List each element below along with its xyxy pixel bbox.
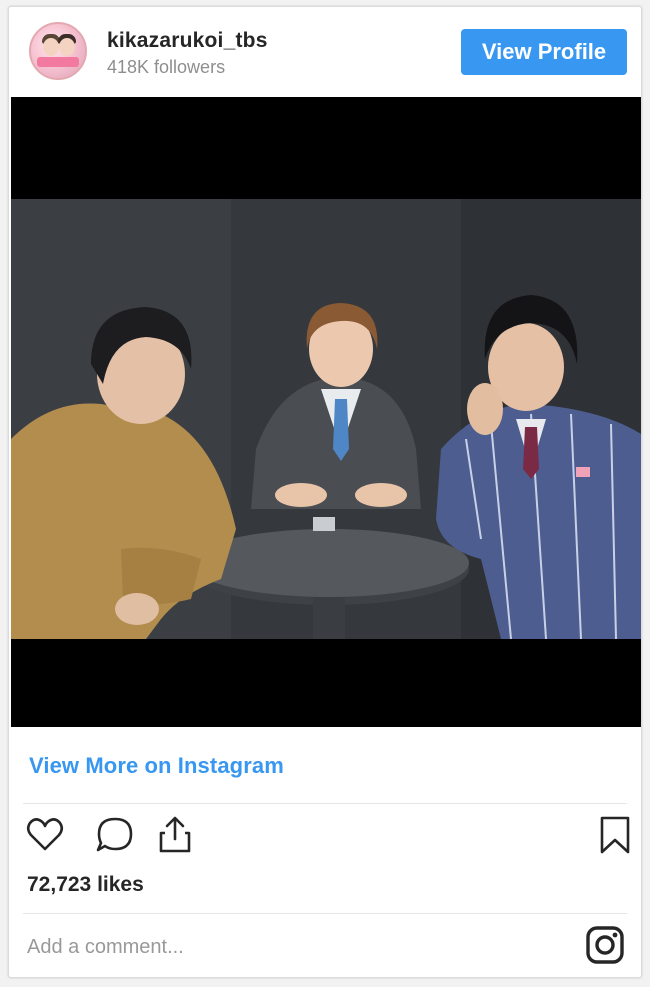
divider-top [23, 803, 627, 804]
right-person-pocket-square [576, 467, 590, 477]
share-icon[interactable] [153, 813, 197, 857]
post-photo [11, 199, 641, 639]
avatar-face-right [59, 38, 75, 56]
post-photo-illustration [11, 199, 641, 639]
heart-icon[interactable] [23, 813, 67, 857]
post-media[interactable] [11, 97, 641, 727]
instagram-icon[interactable] [585, 925, 625, 965]
profile-username[interactable]: kikazarukoi_tbs [107, 29, 268, 53]
comment-input[interactable] [25, 929, 569, 965]
profile-followers: 418K followers [107, 57, 226, 77]
center-person-hand-right [355, 483, 407, 507]
comment-icon[interactable] [93, 813, 137, 857]
divider-bottom [23, 913, 627, 914]
profile-avatar[interactable] [29, 22, 87, 80]
likes-count: 72,723 likes [27, 873, 144, 896]
action-bar [23, 813, 630, 863]
right-person-tie [523, 427, 539, 479]
view-more-link[interactable]: View More on Instagram [29, 753, 284, 779]
post-header: kikazarukoi_tbs 418K followers View Prof… [9, 7, 641, 97]
table-leg [313, 597, 345, 639]
center-person-tie [333, 399, 349, 461]
left-person-hand [115, 593, 159, 625]
right-person-hand [467, 383, 503, 435]
avatar-banner [37, 57, 79, 67]
bookmark-icon[interactable] [593, 813, 637, 857]
table-card [313, 517, 335, 531]
view-profile-button[interactable]: View Profile [461, 29, 627, 75]
instagram-embed-card: kikazarukoi_tbs 418K followers View Prof… [8, 6, 642, 978]
avatar-face-left [43, 38, 59, 56]
center-person-hand-left [275, 483, 327, 507]
